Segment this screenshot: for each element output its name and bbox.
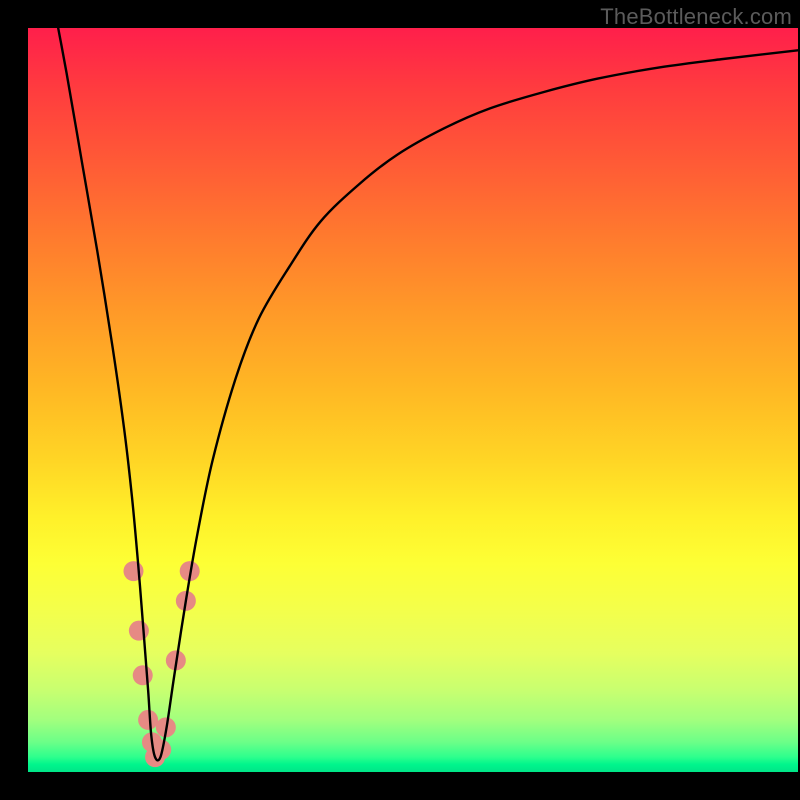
watermark-text: TheBottleneck.com: [600, 4, 792, 30]
data-marker: [138, 710, 158, 730]
bottleneck-curve: [51, 28, 798, 760]
chart-svg: [28, 28, 798, 772]
data-marker: [129, 621, 149, 641]
chart-frame: TheBottleneck.com: [0, 0, 800, 800]
plot-area: [28, 28, 798, 772]
data-marker: [133, 665, 153, 685]
